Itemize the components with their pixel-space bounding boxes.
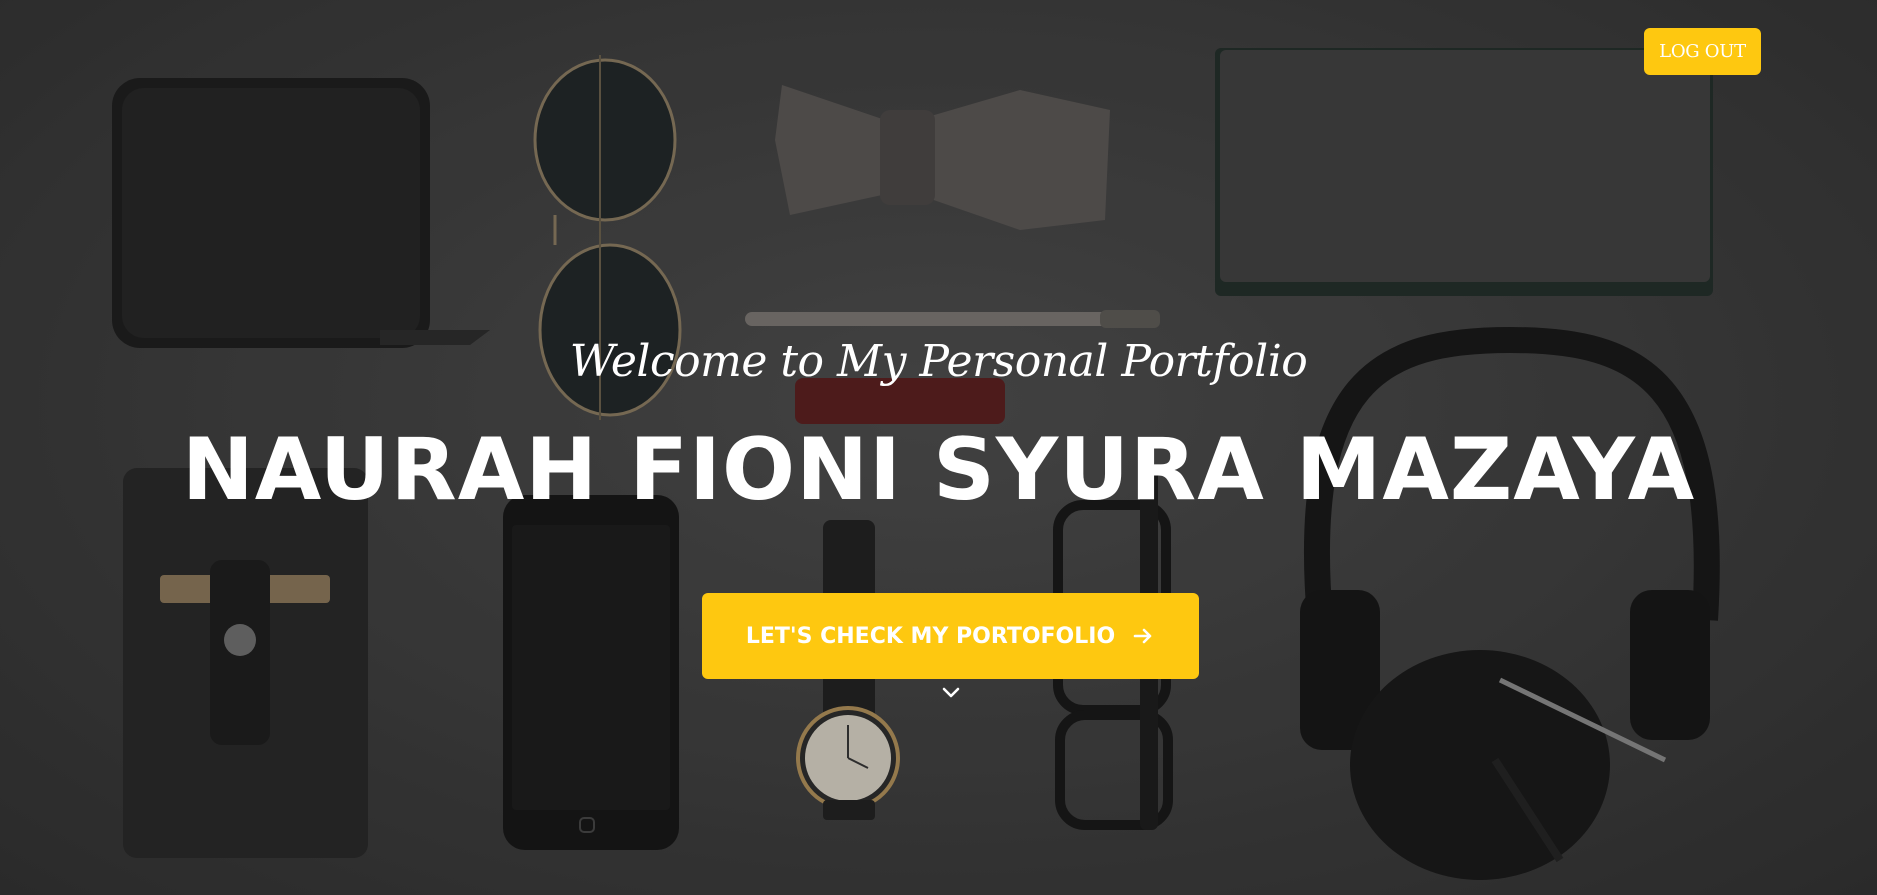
check-portfolio-button-label: LET'S CHECK MY PORTOFOLIO — [745, 623, 1116, 649]
chevron-down-icon — [941, 686, 961, 705]
hero-title-text: NAURAH FIONI SYURA MAZAYA — [181, 420, 1696, 520]
hero-title: NAURAH FIONI SYURA MAZAYA — [0, 420, 1877, 520]
hero-subtitle: Welcome to My Personal Portfolio — [569, 336, 1308, 387]
logout-button[interactable]: LOG OUT — [1644, 28, 1761, 75]
scroll-down-button[interactable] — [938, 686, 964, 704]
check-portfolio-button[interactable]: LET'S CHECK MY PORTOFOLIO — [702, 593, 1199, 679]
arrow-right-icon — [1131, 624, 1155, 648]
hero-section: LOG OUT Welcome to My Personal Portfolio… — [0, 0, 1877, 895]
